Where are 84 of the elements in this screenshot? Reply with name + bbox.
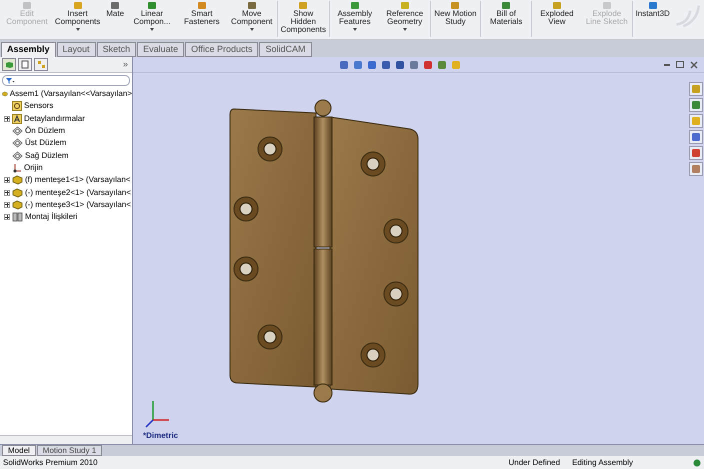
task-pane-icon[interactable] xyxy=(689,98,703,112)
origin-icon xyxy=(12,162,22,173)
toolbar-button[interactable]: Insert Components xyxy=(52,0,104,31)
toolbar-button[interactable]: Smart Fasteners xyxy=(176,0,227,26)
toolbar-button[interactable]: Linear Compon... xyxy=(127,0,177,31)
task-pane-icon[interactable] xyxy=(689,162,703,176)
ribbon-tab[interactable]: SolidCAM xyxy=(259,42,312,57)
dropdown-arrow-icon[interactable] xyxy=(352,28,357,31)
tree-item-label[interactable]: (-) menteşe2<1> (Varsayılan< xyxy=(25,188,131,198)
tree-item-label[interactable]: (-) menteşe3<1> (Varsayılan< xyxy=(25,200,131,210)
part-icon xyxy=(12,175,23,186)
dropdown-arrow-icon[interactable] xyxy=(250,28,254,31)
tree-item-label[interactable]: Orijin xyxy=(24,162,43,173)
filter-field[interactable] xyxy=(2,75,130,86)
tool-icon xyxy=(72,1,83,10)
tool-icon xyxy=(648,1,658,10)
toolbar-button[interactable]: Move Component xyxy=(226,0,277,37)
ribbon-tab[interactable]: Assembly xyxy=(1,42,56,57)
task-pane-icon[interactable] xyxy=(689,130,703,144)
tool-icon xyxy=(450,1,460,10)
toolbar-button[interactable]: Assembly Features xyxy=(330,0,380,31)
configuration-tab[interactable] xyxy=(34,58,48,71)
tree-item-label[interactable]: Ön Düzlem xyxy=(25,126,66,136)
tool-icon xyxy=(350,1,360,10)
task-pane-icon[interactable] xyxy=(689,82,703,96)
part-icon xyxy=(12,200,23,210)
toolbar-button[interactable]: New Motion Study xyxy=(430,0,480,37)
minimize-icon[interactable] xyxy=(664,64,670,66)
task-pane-icon[interactable] xyxy=(689,114,703,128)
tool-icon xyxy=(400,1,410,10)
tool-icon xyxy=(298,1,308,10)
tool-icon xyxy=(110,1,120,10)
status-mode: Editing Assembly xyxy=(572,458,633,468)
ribbon-tab[interactable]: Evaluate xyxy=(137,42,184,57)
bottom-tab[interactable]: Motion Study 1 xyxy=(36,445,102,456)
tree-item-label[interactable]: (f) menteşe1<1> (Varsayılan< xyxy=(25,175,130,186)
toolbar-button[interactable]: Bill of Materials xyxy=(481,0,532,37)
sheet-icon xyxy=(21,60,29,69)
plane-icon xyxy=(12,150,23,161)
part-icon xyxy=(4,60,14,68)
horizontal-scrollbar[interactable] xyxy=(0,435,132,444)
tool-icon xyxy=(602,1,612,10)
mates-icon xyxy=(12,212,23,222)
bottom-tab[interactable]: Model xyxy=(2,445,36,456)
sensor-icon xyxy=(12,101,22,112)
tree-item-label[interactable]: Üst Düzlem xyxy=(25,138,66,148)
plane-icon xyxy=(12,126,23,136)
status-product: SolidWorks Premium 2010 xyxy=(3,458,98,468)
tool-icon xyxy=(146,1,157,10)
tool-icon xyxy=(552,1,562,10)
tool-icon xyxy=(22,1,32,10)
dropdown-arrow-icon[interactable] xyxy=(76,28,80,31)
tree-item-label[interactable]: Assem1 (Varsayılan<<Varsayılan> xyxy=(10,89,132,100)
status-state: Under Defined xyxy=(508,458,560,468)
close-icon[interactable] xyxy=(690,60,698,68)
expand-panel-button[interactable]: » xyxy=(120,58,130,72)
toolbar-button[interactable]: Show Hidden Components xyxy=(278,0,329,37)
filter-icon xyxy=(5,76,15,84)
tree-item-label[interactable]: Montaj İlişkileri xyxy=(25,212,78,222)
tool-icon xyxy=(501,1,512,10)
restore-icon[interactable] xyxy=(676,61,684,68)
tree-item-label[interactable]: Sağ Düzlem xyxy=(25,150,69,161)
property-tab[interactable] xyxy=(18,58,32,71)
toolbar-button[interactable]: Mate xyxy=(103,0,128,18)
tool-icon xyxy=(246,1,257,10)
tree-item-label[interactable]: Detaylandırmalar xyxy=(24,114,85,124)
tool-icon xyxy=(196,1,207,10)
toolbar-button[interactable]: Exploded View xyxy=(532,0,582,26)
view-orientation-label: *Dimetric xyxy=(143,430,178,442)
ribbon-tab[interactable]: Layout xyxy=(56,42,96,57)
part-icon xyxy=(12,188,23,198)
plane-icon xyxy=(12,138,23,148)
dropdown-arrow-icon[interactable] xyxy=(150,28,154,31)
expand-toggle-icon[interactable] xyxy=(4,116,10,122)
task-pane-icon[interactable] xyxy=(689,146,703,160)
toolbar-button[interactable]: Instant3D xyxy=(632,0,673,18)
config-icon xyxy=(36,60,46,69)
ribbon-tab[interactable]: Sketch xyxy=(96,42,136,57)
part-icon xyxy=(2,89,8,100)
dropdown-arrow-icon[interactable] xyxy=(402,28,407,31)
tree-item-label[interactable]: Sensors xyxy=(24,101,54,112)
toolbar-button[interactable]: Reference Geometry xyxy=(380,0,430,37)
annotation-icon xyxy=(12,114,22,124)
ribbon-tab[interactable]: Office Products xyxy=(185,42,258,57)
